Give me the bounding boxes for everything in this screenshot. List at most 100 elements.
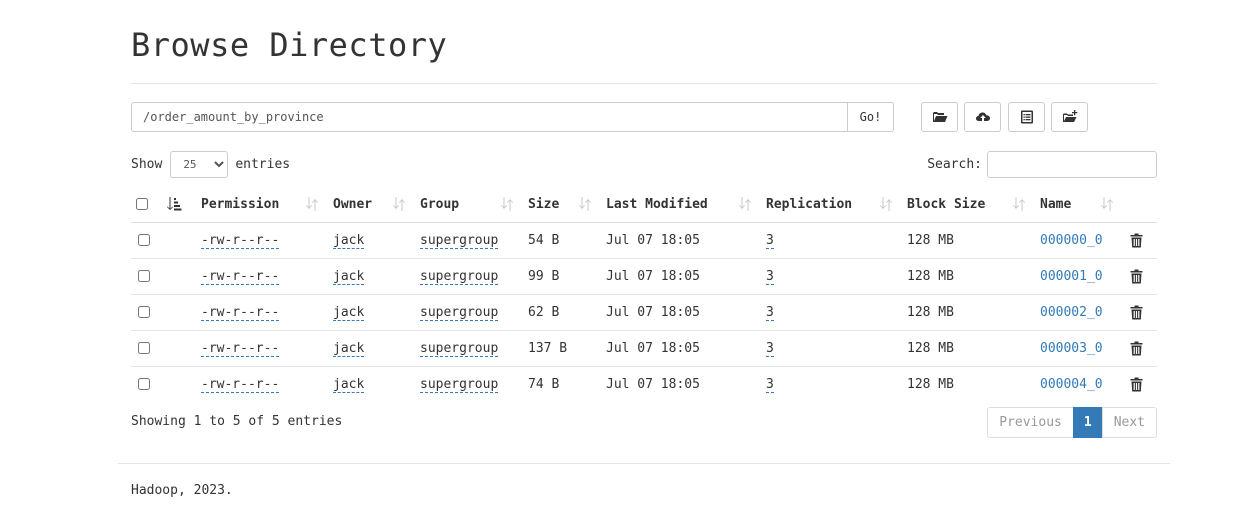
next-page-button[interactable]: Next — [1101, 407, 1157, 438]
row-select-cell — [131, 330, 166, 367]
delete-cell — [1120, 330, 1157, 367]
column-title: Size — [528, 196, 560, 212]
delete-file-button[interactable] — [1130, 377, 1143, 392]
block-size-cell: 128 MB — [899, 222, 1032, 259]
delete-cell — [1120, 258, 1157, 295]
last-modified-cell: Jul 07 18:05 — [606, 376, 700, 392]
delete-file-button[interactable] — [1130, 233, 1143, 248]
owner-value[interactable]: jack — [333, 268, 365, 285]
footer-text: Hadoop, 2023. — [131, 483, 233, 498]
group-value[interactable]: supergroup — [420, 340, 499, 357]
directory-path-input[interactable] — [131, 102, 848, 132]
sort-both-icon — [880, 197, 892, 211]
column-header-last-modified[interactable]: Last Modified — [598, 187, 758, 223]
owner-cell: jack — [325, 222, 412, 259]
page-1-button[interactable]: 1 — [1072, 407, 1103, 438]
row-checkbox[interactable] — [138, 234, 150, 246]
replication-cell: 3 — [758, 330, 899, 367]
create-directory-button[interactable] — [921, 102, 958, 132]
sort-both-icon — [1101, 197, 1113, 211]
row-checkbox[interactable] — [138, 378, 150, 391]
list-alt-icon — [1020, 110, 1033, 124]
group-cell: supergroup — [412, 366, 520, 402]
upload-button[interactable] — [964, 102, 1001, 132]
last-modified-cell: Jul 07 18:05 — [598, 294, 758, 331]
row-checkbox[interactable] — [138, 270, 150, 282]
size-cell: 137 B — [520, 330, 598, 367]
replication-value[interactable]: 3 — [766, 268, 774, 285]
file-name-link[interactable]: 000003_0 — [1040, 341, 1103, 356]
size-cell: 74 B — [528, 376, 560, 392]
name-cell: 000002_0 — [1032, 294, 1120, 331]
file-name-link[interactable]: 000004_0 — [1040, 377, 1103, 392]
column-title: Block Size — [907, 196, 986, 212]
column-header-permission[interactable]: Permission — [193, 187, 325, 223]
trash-icon — [1130, 233, 1143, 247]
column-header-group[interactable]: Group — [412, 187, 520, 223]
group-value[interactable]: supergroup — [420, 268, 499, 285]
group-value[interactable]: supergroup — [420, 376, 499, 393]
group-value[interactable]: supergroup — [420, 304, 499, 321]
replication-value[interactable]: 3 — [766, 340, 774, 357]
delete-file-button[interactable] — [1130, 341, 1143, 356]
replication-value[interactable]: 3 — [766, 376, 774, 393]
permission-value[interactable]: -rw-r--r-- — [201, 340, 280, 357]
select-all-checkbox[interactable] — [136, 198, 148, 211]
go-button[interactable]: Go! — [848, 102, 894, 132]
search-input[interactable] — [987, 150, 1157, 178]
row-spacer-cell — [166, 222, 193, 259]
permission-cell: -rw-r--r-- — [193, 330, 325, 367]
column-header-owner[interactable]: Owner — [325, 187, 412, 223]
owner-value[interactable]: jack — [333, 376, 365, 393]
replication-value[interactable]: 3 — [766, 232, 774, 249]
cut-paste-button[interactable] — [1008, 102, 1045, 132]
replication-cell: 3 — [758, 222, 899, 259]
column-header-name[interactable]: Name — [1032, 187, 1120, 223]
column-header-order[interactable] — [166, 187, 193, 223]
owner-value[interactable]: jack — [333, 232, 365, 249]
column-title: Owner — [333, 196, 373, 212]
permission-value[interactable]: -rw-r--r-- — [201, 376, 280, 393]
replication-cell: 3 — [758, 366, 899, 402]
column-title: Last Modified — [606, 196, 708, 212]
permission-value[interactable]: -rw-r--r-- — [201, 268, 280, 285]
trash-icon — [1130, 305, 1143, 319]
column-title: Replication — [766, 196, 853, 212]
replication-value[interactable]: 3 — [766, 304, 774, 321]
delete-file-button[interactable] — [1130, 305, 1143, 320]
file-name-link[interactable]: 000001_0 — [1040, 269, 1103, 284]
column-header-replication[interactable]: Replication — [758, 187, 899, 223]
delete-file-button[interactable] — [1130, 269, 1143, 284]
row-checkbox[interactable] — [138, 342, 150, 354]
entries-per-page-select[interactable]: 25 — [170, 150, 229, 178]
block-size-cell: 128 MB — [899, 330, 1032, 367]
owner-cell: jack — [325, 258, 412, 295]
permission-value[interactable]: -rw-r--r-- — [201, 304, 280, 321]
sort-both-icon — [1013, 197, 1025, 211]
file-name-link[interactable]: 000002_0 — [1040, 305, 1103, 320]
owner-cell: jack — [325, 366, 412, 402]
owner-value[interactable]: jack — [333, 304, 365, 321]
name-cell: 000001_0 — [1032, 258, 1120, 295]
entries-length-control: Show 25 entries — [131, 150, 290, 178]
row-select-cell — [131, 258, 166, 295]
folder-paste-icon — [1062, 110, 1077, 122]
column-header-block-size[interactable]: Block Size — [899, 187, 1032, 223]
file-table-body: -rw-r--r-- jack supergroup 54 B Jul 07 18:05… — [131, 222, 1157, 402]
block-size-cell: 128 MB — [907, 376, 954, 392]
column-header-size[interactable]: Size — [520, 187, 598, 223]
table-row: -rw-r--r-- jack supergroup 99 B Jul 07 18:05… — [131, 258, 1157, 295]
paste-button[interactable] — [1051, 102, 1088, 132]
group-value[interactable]: supergroup — [420, 232, 499, 249]
row-checkbox[interactable] — [138, 306, 150, 318]
group-cell: supergroup — [412, 222, 520, 259]
permission-value[interactable]: -rw-r--r-- — [201, 232, 280, 249]
permission-cell: -rw-r--r-- — [193, 294, 325, 331]
owner-value[interactable]: jack — [333, 340, 365, 357]
trash-icon — [1130, 341, 1143, 355]
pagination: Previous 1 Next — [987, 407, 1157, 438]
previous-page-button[interactable]: Previous — [987, 407, 1074, 438]
sort-both-icon — [739, 197, 751, 211]
owner-cell: jack — [325, 330, 412, 367]
file-name-link[interactable]: 000000_0 — [1040, 233, 1103, 248]
